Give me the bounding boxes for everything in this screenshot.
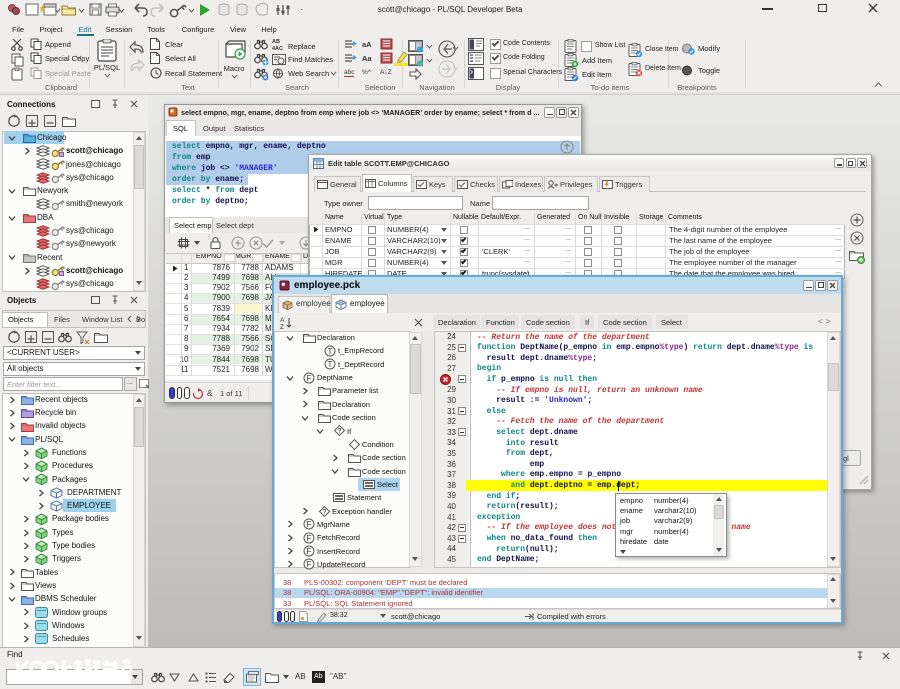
svg-text:A: A xyxy=(280,317,285,324)
svg-text:Z: Z xyxy=(280,324,284,329)
svg-text:F: F xyxy=(307,547,312,556)
svg-text:?: ? xyxy=(338,428,342,435)
svg-text:F: F xyxy=(307,560,312,569)
svg-text:F: F xyxy=(307,520,312,529)
svg-text:?: ? xyxy=(323,509,327,516)
svg-text:T: T xyxy=(328,360,333,369)
svg-text:F: F xyxy=(307,534,312,543)
svg-text:F: F xyxy=(307,373,312,382)
svg-text:T: T xyxy=(328,347,333,356)
